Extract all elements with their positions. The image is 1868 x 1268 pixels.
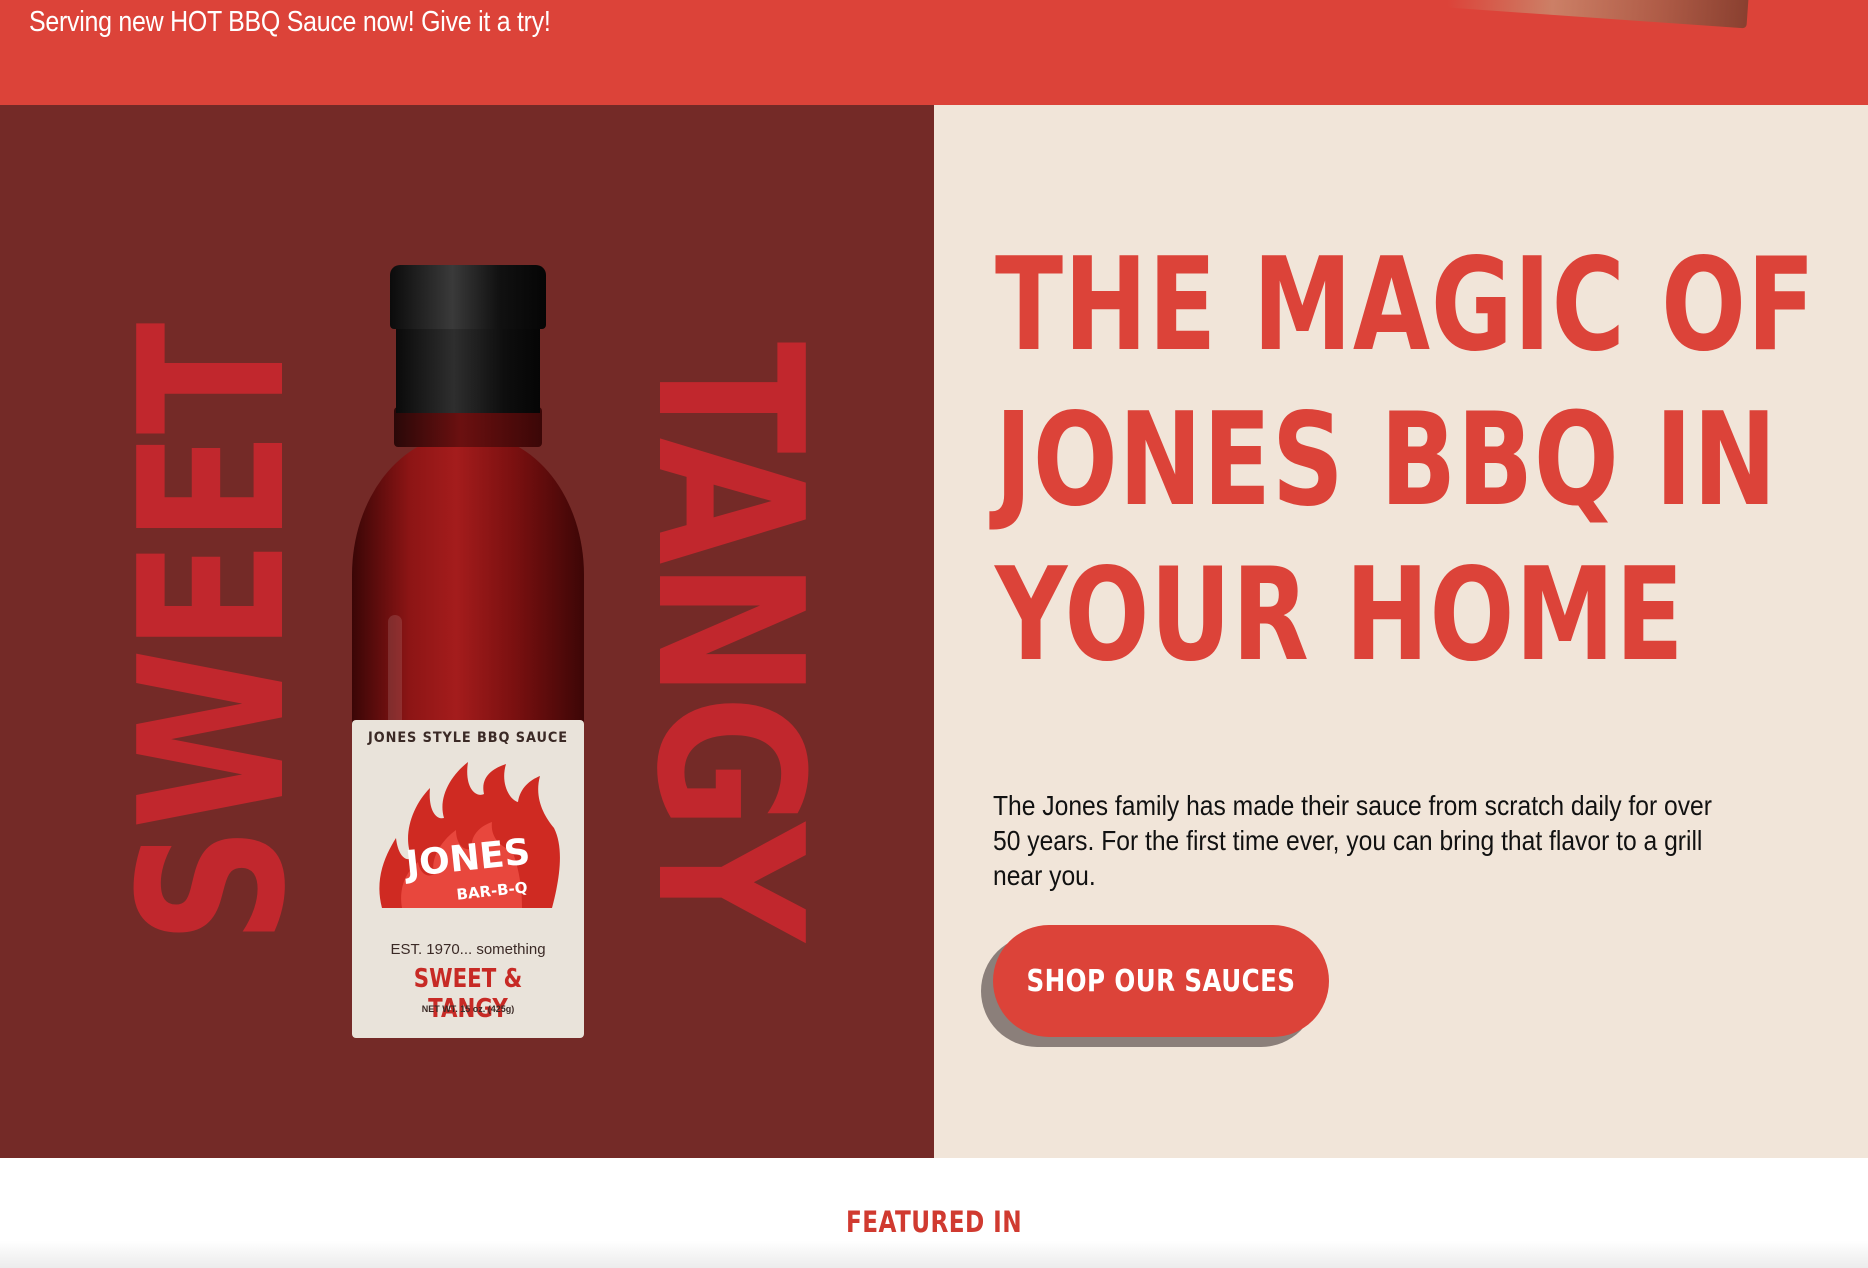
hero-headline: THE MAGIC OF JONES BBQ IN YOUR HOME xyxy=(995,228,1816,693)
side-word-tangy: TANGY xyxy=(612,341,845,939)
bottle-neck xyxy=(396,325,540,413)
bottle-cap xyxy=(390,265,546,329)
announcement-bar: Serving new HOT BBQ Sauce now! Give it a… xyxy=(0,0,1868,105)
bottle-shoulder xyxy=(394,407,542,447)
headline-line-1: THE MAGIC OF xyxy=(995,231,1816,380)
bottle-label: JONES STYLE BBQ SAUCE JONES BAR-B-Q EST.… xyxy=(352,720,584,1038)
hero-description: The Jones family has made their sauce fr… xyxy=(993,790,1712,891)
hero-product-panel: SWEET TANGY JONES STYLE BBQ SAUCE JONES … xyxy=(0,105,934,1158)
label-flavor: SWEET & TANGY xyxy=(413,964,523,1024)
featured-title: FEATURED IN xyxy=(845,1205,1022,1239)
announcement-photo-edge xyxy=(1447,0,1749,29)
featured-section: FEATURED IN xyxy=(0,1158,1868,1268)
headline-line-3: YOUR HOME xyxy=(995,541,1685,690)
shop-button-label: SHOP OUR SAUCES xyxy=(1026,963,1296,999)
label-top-text: JONES STYLE BBQ SAUCE xyxy=(368,730,568,746)
label-net-weight: NET WT. 15 oz. (425g) xyxy=(421,1004,515,1014)
shop-our-sauces-button[interactable]: SHOP OUR SAUCES xyxy=(993,925,1329,1037)
announcement-text: Serving new HOT BBQ Sauce now! Give it a… xyxy=(29,6,551,38)
side-word-sweet: SWEET xyxy=(97,325,330,945)
sauce-bottle-image: JONES STYLE BBQ SAUCE JONES BAR-B-Q EST.… xyxy=(352,265,584,1038)
headline-line-2: JONES BBQ IN xyxy=(995,386,1778,535)
label-established: EST. 1970... something xyxy=(390,941,546,958)
